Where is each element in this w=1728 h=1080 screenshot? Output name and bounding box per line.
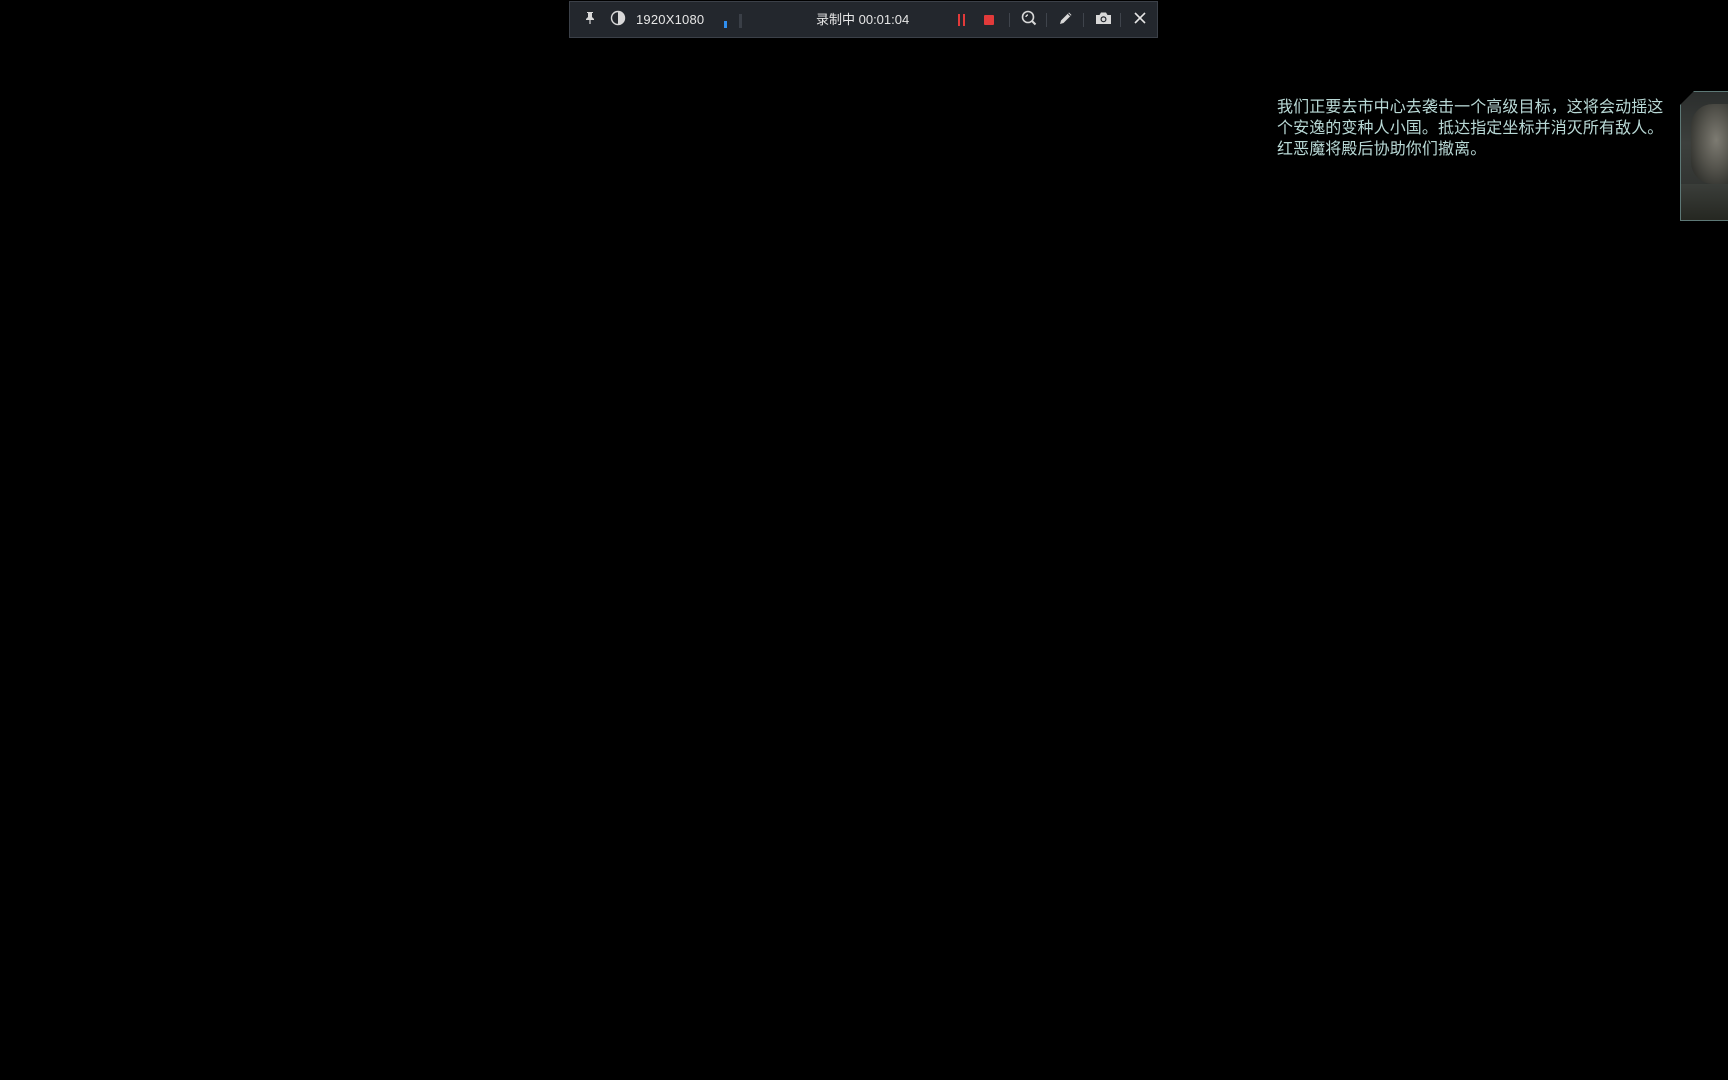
mission-briefing-text: 我们正要去市中心去袭击一个高级目标，这将会动摇这个安逸的变种人小国。抵达指定坐标… [1277,97,1664,158]
annotate-button[interactable] [1054,2,1078,37]
contrast-icon [610,10,626,29]
toolbar-divider [1083,13,1084,27]
toolbar-divider [1009,13,1010,27]
zoom-icon [1021,10,1037,29]
close-icon [1133,11,1147,28]
recording-status: 录制中 00:01:04 [816,12,910,27]
pen-icon [1058,10,1074,29]
close-button[interactable] [1128,2,1152,37]
pause-icon [957,13,966,26]
toolbar-divider [1046,13,1047,27]
portrait-face [1691,104,1728,184]
stop-button[interactable] [978,2,1000,37]
camera-icon [1095,11,1112,28]
portrait-shoulder [1681,184,1728,220]
game-screen: 1920X1080 录制中 00:01:04 我们正要去市中心去袭击一个高级目标… [0,0,1728,1080]
pause-button[interactable] [950,2,972,37]
screenshot-button[interactable] [1091,2,1115,37]
pin-icon [584,11,596,28]
pin-button[interactable] [578,2,602,37]
screen-recorder-toolbar: 1920X1080 录制中 00:01:04 [569,1,1158,38]
character-portrait [1680,91,1728,221]
audio-level-meter [724,14,744,28]
stop-icon [984,14,994,25]
level-bar [739,14,742,28]
contrast-button[interactable] [606,2,630,37]
zoom-button[interactable] [1017,2,1041,37]
toolbar-divider [1120,13,1121,27]
resolution-label: 1920X1080 [636,12,705,27]
level-bar-active [724,21,727,28]
